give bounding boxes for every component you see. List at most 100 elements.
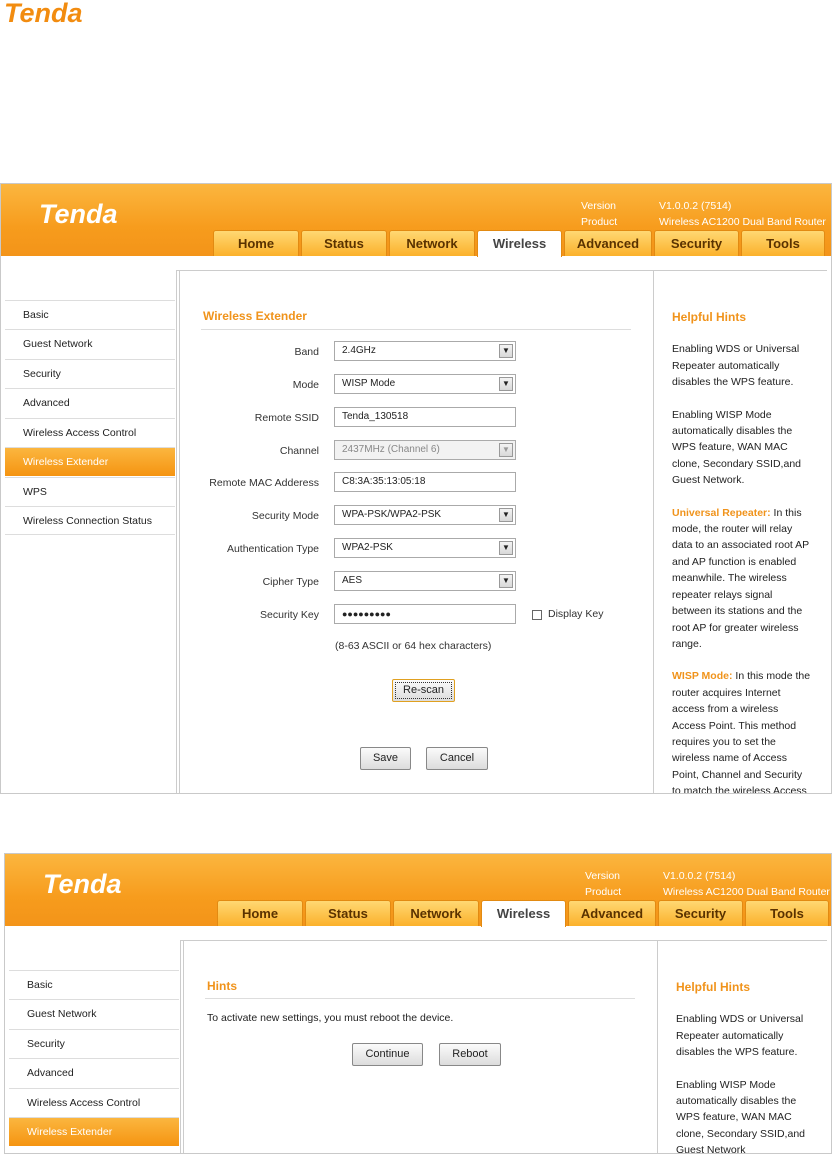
hint-wisp: Enabling WISP Mode automatically disable… [676,1078,805,1154]
sidebar-item-wireless-access-control[interactable]: Wireless Access Control [9,1088,179,1117]
hint-wisp-mode: WISP Mode: In this mode the router acqui… [672,668,812,794]
reboot-message: To activate new settings, you must reboo… [207,1012,454,1024]
helpful-hints-title: Helpful Hints [676,980,750,994]
continue-button[interactable]: Continue [352,1043,423,1066]
tab-home[interactable]: Home [217,900,303,926]
rescan-button[interactable]: Re-scan [392,679,455,702]
channel-label: Channel [279,445,319,457]
hint-universal-repeater: Universal Repeater: In this mode, the ro… [672,505,812,653]
security-mode-label: Security Mode [251,510,319,522]
chevron-down-icon: ▼ [499,344,513,358]
tab-tools[interactable]: Tools [741,230,825,256]
sidebar-item-security[interactable]: Security [5,359,175,388]
remote-mac-input[interactable]: C8:3A:35:13:05:18 [334,472,516,492]
security-key-label: Security Key [260,609,319,621]
tab-wireless[interactable]: Wireless [477,230,562,257]
save-button[interactable]: Save [360,747,411,770]
tab-advanced[interactable]: Advanced [564,230,652,256]
sidebar-item-wps[interactable]: WPS [5,477,175,506]
channel-value: 2437MHz (Channel 6) [342,444,440,455]
tab-status[interactable]: Status [301,230,387,256]
hint-wisp-mode-body: In this mode the router acquires Interne… [672,670,811,794]
svg-text:Tenda: Tenda [4,0,83,26]
product-name-value: Wireless AC1200 Dual Band Router [659,216,826,228]
svg-text:Tenda: Tenda [39,200,118,228]
sidebar: Basic Guest Network Security Advanced Wi… [9,940,181,1153]
hint-universal-repeater-body: In this mode, the router will relay data… [672,506,809,650]
channel-select[interactable]: 2437MHz (Channel 6) ▼ [334,440,516,460]
version-label: Version [585,870,621,882]
main-left-border [179,270,180,793]
tab-home[interactable]: Home [213,230,299,256]
mode-select[interactable]: WISP Mode ▼ [334,374,516,394]
mode-value: WISP Mode [342,378,396,389]
hint-universal-repeater-title: Universal Repeater: [672,506,771,519]
section-title: Wireless Extender [203,309,307,323]
band-value: 2.4GHz [342,345,376,356]
helpful-hints-panel: Helpful Hints Enabling WDS or Universal … [676,979,816,1154]
security-mode-select[interactable]: WPA-PSK/WPA2-PSK ▼ [334,505,516,525]
svg-text:Tenda: Tenda [43,870,122,898]
tab-network[interactable]: Network [393,900,479,926]
tenda-logo: Tenda [43,870,122,898]
sidebar-item-guest-network[interactable]: Guest Network [5,329,175,358]
security-mode-value: WPA-PSK/WPA2-PSK [342,509,442,520]
authentication-type-value: WPA2-PSK [342,542,393,553]
product-name-value: Wireless AC1200 Dual Band Router [663,886,830,898]
hint-wisp-mode-title: WISP Mode: [672,670,733,683]
band-label: Band [294,346,319,358]
version-value: V1.0.0.2 (7514) [663,870,736,882]
remote-ssid-input[interactable]: Tenda_130518 [334,407,516,427]
section-title: Hints [207,979,237,993]
section-divider [201,329,631,330]
sidebar-item-wireless-access-control[interactable]: Wireless Access Control [5,418,175,447]
sidebar-item-wireless-connection-status[interactable]: Wireless Connection Status [5,506,175,535]
tab-status[interactable]: Status [305,900,391,926]
reboot-hints-screenshot: Tenda Version V1.0.0.2 (7514) Product Na… [4,853,832,1154]
cancel-button[interactable]: Cancel [426,747,488,770]
sidebar-item-advanced[interactable]: Advanced [9,1058,179,1087]
cipher-type-value: AES [342,575,363,586]
helpful-hints-title: Helpful Hints [672,310,746,324]
tab-security[interactable]: Security [658,900,743,926]
security-key-hint: (8-63 ASCII or 64 hex characters) [335,640,492,652]
sidebar-item-basic[interactable]: Basic [5,300,175,329]
chevron-down-icon: ▼ [499,377,513,391]
sidebar-item-advanced[interactable]: Advanced [5,388,175,417]
tab-advanced[interactable]: Advanced [568,900,656,926]
display-key-label: Display Key [548,608,604,620]
tab-security[interactable]: Security [654,230,739,256]
sidebar-item-guest-network[interactable]: Guest Network [9,999,179,1028]
tab-wireless[interactable]: Wireless [481,900,566,927]
sidebar-item-wireless-extender[interactable]: Wireless Extender [5,447,175,476]
band-select[interactable]: 2.4GHz ▼ [334,341,516,361]
tenda-logo: Tenda [39,200,118,228]
authentication-type-label: Authentication Type [226,543,319,555]
tab-network[interactable]: Network [389,230,475,256]
tab-tools[interactable]: Tools [745,900,829,926]
version-label: Version [581,200,617,212]
sidebar: Basic Guest Network Security Advanced Wi… [5,270,177,793]
document-tenda-logo: Tenda [4,0,83,26]
chevron-down-icon: ▼ [499,541,513,555]
sidebar-item-security[interactable]: Security [9,1029,179,1058]
hints-left-border [653,270,654,793]
security-key-input[interactable]: ●●●●●●●●● [334,604,516,624]
cipher-type-label: Cipher Type [262,576,319,588]
hint-wds: Enabling WDS or Universal Repeater autom… [676,1013,804,1059]
authentication-type-select[interactable]: WPA2-PSK ▼ [334,538,516,558]
reboot-button[interactable]: Reboot [439,1043,501,1066]
remote-mac-label: Remote MAC Adderess [209,477,319,489]
version-value: V1.0.0.2 (7514) [659,200,732,212]
section-divider [205,998,635,999]
display-key-checkbox[interactable] [532,610,542,620]
header-banner: Tenda Version V1.0.0.2 (7514) Product Na… [5,854,831,927]
header-banner: Tenda Version V1.0.0.2 (7514) Product Na… [1,184,831,257]
cipher-type-select[interactable]: AES ▼ [334,571,516,591]
mode-label: Mode [292,379,319,391]
hint-wds: Enabling WDS or Universal Repeater autom… [672,343,800,389]
sidebar-item-wireless-extender[interactable]: Wireless Extender [9,1117,179,1146]
wireless-extender-screenshot: Tenda Version V1.0.0.2 (7514) Product Na… [0,183,832,794]
sidebar-item-basic[interactable]: Basic [9,970,179,999]
chevron-down-icon: ▼ [499,443,513,457]
